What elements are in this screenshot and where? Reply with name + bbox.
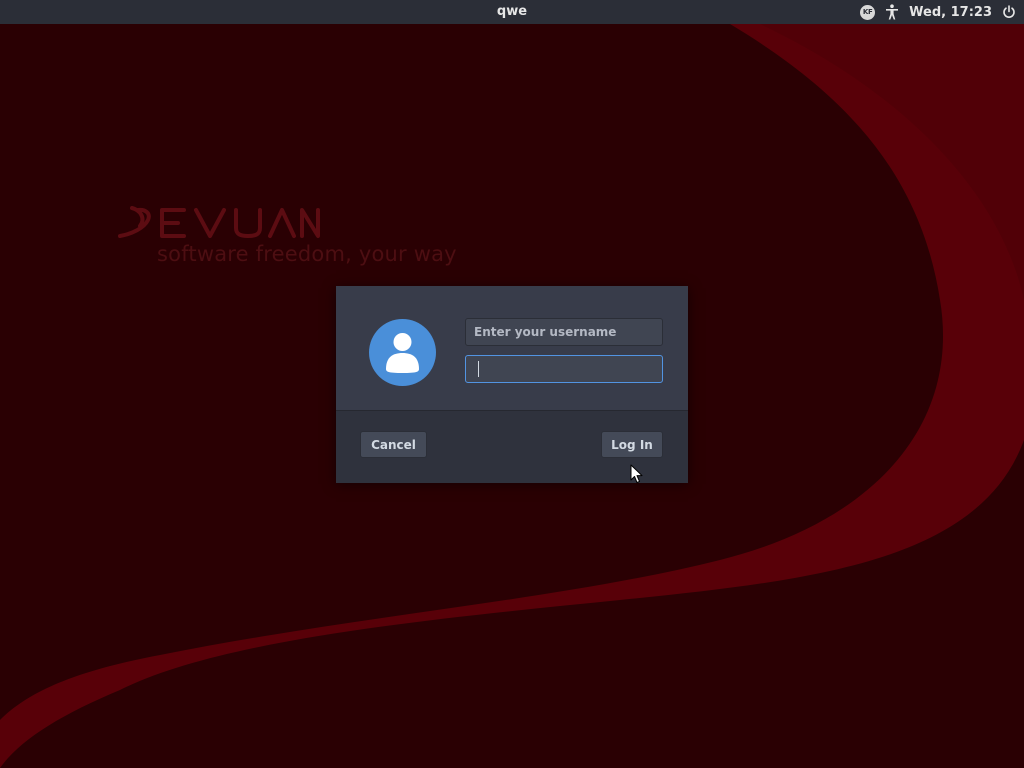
user-avatar-icon xyxy=(369,319,436,386)
accessibility-icon[interactable] xyxy=(885,4,899,20)
panel-clock[interactable]: Wed, 17:23 xyxy=(909,5,992,20)
brand-tagline: software freedom, your way xyxy=(157,242,457,266)
mouse-cursor-icon xyxy=(630,464,643,483)
dialog-header xyxy=(336,286,688,410)
password-field[interactable] xyxy=(465,355,663,383)
top-panel: qwe KF Wed, 17:23 xyxy=(0,0,1024,24)
cancel-button[interactable]: Cancel xyxy=(360,431,427,458)
login-dialog: Cancel Log In xyxy=(336,286,688,483)
keyboard-layout-indicator[interactable]: KF xyxy=(860,4,876,20)
power-icon[interactable] xyxy=(1002,5,1016,19)
username-field[interactable] xyxy=(465,318,663,346)
panel-title: qwe xyxy=(496,4,528,19)
login-button[interactable]: Log In xyxy=(601,431,663,458)
devuan-logo xyxy=(118,206,320,238)
text-caret xyxy=(478,361,479,377)
